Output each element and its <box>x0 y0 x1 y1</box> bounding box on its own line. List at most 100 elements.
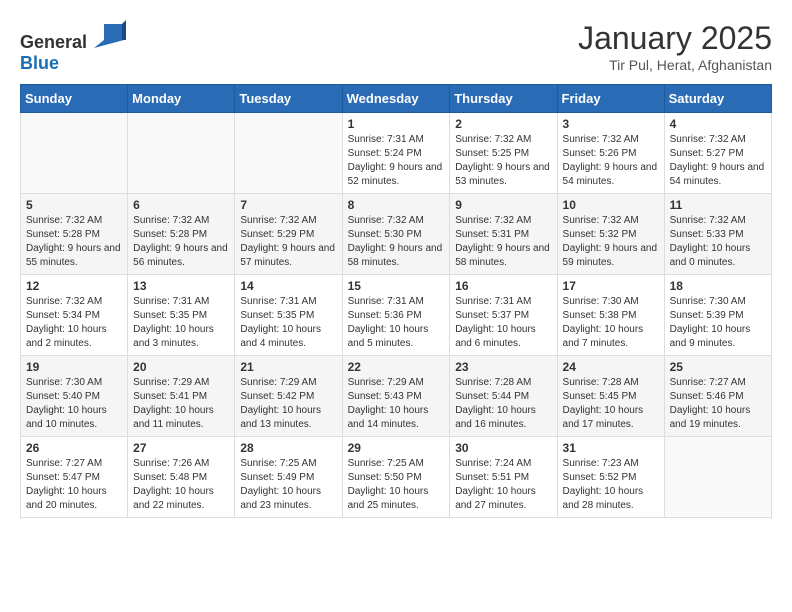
calendar-cell <box>664 437 771 518</box>
day-info: Sunrise: 7:29 AMSunset: 5:41 PMDaylight:… <box>133 376 229 432</box>
day-number: 17 <box>563 279 659 293</box>
day-number: 30 <box>455 441 551 455</box>
day-info: Sunrise: 7:27 AMSunset: 5:47 PMDaylight:… <box>26 457 122 513</box>
calendar-cell: 18 Sunrise: 7:30 AMSunset: 5:39 PMDayligh… <box>664 275 771 356</box>
day-info: Sunrise: 7:31 AMSunset: 5:37 PMDaylight:… <box>455 295 551 351</box>
day-info: Sunrise: 7:32 AMSunset: 5:34 PMDaylight:… <box>26 295 122 351</box>
day-number: 16 <box>455 279 551 293</box>
calendar-cell: 27 Sunrise: 7:26 AMSunset: 5:48 PMDayligh… <box>128 437 235 518</box>
calendar-cell: 26 Sunrise: 7:27 AMSunset: 5:47 PMDayligh… <box>21 437 128 518</box>
day-number: 26 <box>26 441 122 455</box>
day-number: 24 <box>563 360 659 374</box>
day-number: 22 <box>348 360 445 374</box>
day-number: 18 <box>670 279 766 293</box>
day-info: Sunrise: 7:32 AMSunset: 5:31 PMDaylight:… <box>455 214 551 270</box>
calendar-cell: 9 Sunrise: 7:32 AMSunset: 5:31 PMDaylight… <box>450 194 557 275</box>
day-number: 25 <box>670 360 766 374</box>
day-number: 13 <box>133 279 229 293</box>
calendar-cell: 25 Sunrise: 7:27 AMSunset: 5:46 PMDayligh… <box>664 356 771 437</box>
calendar-cell: 22 Sunrise: 7:29 AMSunset: 5:43 PMDayligh… <box>342 356 450 437</box>
day-info: Sunrise: 7:30 AMSunset: 5:39 PMDaylight:… <box>670 295 766 351</box>
day-number: 31 <box>563 441 659 455</box>
weekday-header-friday: Friday <box>557 85 664 113</box>
title-section: January 2025 Tir Pul, Herat, Afghanistan <box>578 20 772 73</box>
calendar-cell <box>235 113 342 194</box>
day-info: Sunrise: 7:27 AMSunset: 5:46 PMDaylight:… <box>670 376 766 432</box>
calendar-cell: 1Sunrise: 7:31 AMSunset: 5:24 PMDaylight… <box>342 113 450 194</box>
calendar-cell: 4Sunrise: 7:32 AMSunset: 5:27 PMDaylight… <box>664 113 771 194</box>
calendar-cell: 11Sunrise: 7:32 AMSunset: 5:33 PMDayligh… <box>664 194 771 275</box>
calendar-subtitle: Tir Pul, Herat, Afghanistan <box>578 57 772 73</box>
day-info: Sunrise: 7:23 AMSunset: 5:52 PMDaylight:… <box>563 457 659 513</box>
day-info: Sunrise: 7:29 AMSunset: 5:43 PMDaylight:… <box>348 376 445 432</box>
day-number: 4 <box>670 117 766 131</box>
weekday-header-wednesday: Wednesday <box>342 85 450 113</box>
day-number: 23 <box>455 360 551 374</box>
day-info: Sunrise: 7:26 AMSunset: 5:48 PMDaylight:… <box>133 457 229 513</box>
day-info: Sunrise: 7:31 AMSunset: 5:35 PMDaylight:… <box>240 295 336 351</box>
day-info: Sunrise: 7:25 AMSunset: 5:50 PMDaylight:… <box>348 457 445 513</box>
logo-icon <box>94 20 126 48</box>
logo-general: General <box>20 32 87 52</box>
calendar-cell: 2 Sunrise: 7:32 AMSunset: 5:25 PMDaylight… <box>450 113 557 194</box>
weekday-header-tuesday: Tuesday <box>235 85 342 113</box>
logo-blue: Blue <box>20 53 59 73</box>
day-number: 10 <box>563 198 659 212</box>
weekday-header-monday: Monday <box>128 85 235 113</box>
calendar-cell: 16 Sunrise: 7:31 AMSunset: 5:37 PMDayligh… <box>450 275 557 356</box>
day-number: 8 <box>348 198 445 212</box>
calendar-cell: 21 Sunrise: 7:29 AMSunset: 5:42 PMDayligh… <box>235 356 342 437</box>
day-info: Sunrise: 7:30 AMSunset: 5:40 PMDaylight:… <box>26 376 122 432</box>
weekday-header-sunday: Sunday <box>21 85 128 113</box>
logo: General Blue <box>20 20 126 74</box>
calendar-cell: 3Sunrise: 7:32 AMSunset: 5:26 PMDaylight… <box>557 113 664 194</box>
weekday-header-saturday: Saturday <box>664 85 771 113</box>
day-info: Sunrise: 7:32 AMSunset: 5:26 PMDaylight:… <box>563 133 659 189</box>
day-info: Sunrise: 7:24 AMSunset: 5:51 PMDaylight:… <box>455 457 551 513</box>
calendar-cell: 13 Sunrise: 7:31 AMSunset: 5:35 PMDayligh… <box>128 275 235 356</box>
calendar-cell: 7 Sunrise: 7:32 AMSunset: 5:29 PMDaylight… <box>235 194 342 275</box>
calendar-cell <box>128 113 235 194</box>
day-info: Sunrise: 7:32 AMSunset: 5:28 PMDaylight:… <box>26 214 122 270</box>
calendar-cell: 29Sunrise: 7:25 AMSunset: 5:50 PMDayligh… <box>342 437 450 518</box>
calendar-table: SundayMondayTuesdayWednesdayThursdayFrid… <box>20 84 772 518</box>
weekday-header-thursday: Thursday <box>450 85 557 113</box>
day-number: 20 <box>133 360 229 374</box>
calendar-cell: 12 Sunrise: 7:32 AMSunset: 5:34 PMDayligh… <box>21 275 128 356</box>
weekday-header-row: SundayMondayTuesdayWednesdayThursdayFrid… <box>21 85 772 113</box>
day-number: 11 <box>670 198 766 212</box>
calendar-cell <box>21 113 128 194</box>
day-number: 5 <box>26 198 122 212</box>
day-number: 15 <box>348 279 445 293</box>
calendar-week-5: 26 Sunrise: 7:27 AMSunset: 5:47 PMDayligh… <box>21 437 772 518</box>
day-number: 21 <box>240 360 336 374</box>
day-number: 27 <box>133 441 229 455</box>
calendar-week-3: 12 Sunrise: 7:32 AMSunset: 5:34 PMDayligh… <box>21 275 772 356</box>
day-info: Sunrise: 7:31 AMSunset: 5:24 PMDaylight:… <box>348 133 445 189</box>
calendar-title: January 2025 <box>578 20 772 57</box>
day-number: 12 <box>26 279 122 293</box>
day-number: 28 <box>240 441 336 455</box>
calendar-week-1: 1Sunrise: 7:31 AMSunset: 5:24 PMDaylight… <box>21 113 772 194</box>
day-info: Sunrise: 7:32 AMSunset: 5:25 PMDaylight:… <box>455 133 551 189</box>
calendar-cell: 10Sunrise: 7:32 AMSunset: 5:32 PMDayligh… <box>557 194 664 275</box>
day-number: 6 <box>133 198 229 212</box>
calendar-week-2: 5 Sunrise: 7:32 AMSunset: 5:28 PMDaylight… <box>21 194 772 275</box>
day-info: Sunrise: 7:32 AMSunset: 5:28 PMDaylight:… <box>133 214 229 270</box>
day-info: Sunrise: 7:31 AMSunset: 5:36 PMDaylight:… <box>348 295 445 351</box>
calendar-cell: 30 Sunrise: 7:24 AMSunset: 5:51 PMDayligh… <box>450 437 557 518</box>
calendar-cell: 24 Sunrise: 7:28 AMSunset: 5:45 PMDayligh… <box>557 356 664 437</box>
calendar-cell: 15 Sunrise: 7:31 AMSunset: 5:36 PMDayligh… <box>342 275 450 356</box>
day-info: Sunrise: 7:32 AMSunset: 5:29 PMDaylight:… <box>240 214 336 270</box>
day-number: 9 <box>455 198 551 212</box>
day-info: Sunrise: 7:29 AMSunset: 5:42 PMDaylight:… <box>240 376 336 432</box>
day-number: 7 <box>240 198 336 212</box>
day-info: Sunrise: 7:28 AMSunset: 5:45 PMDaylight:… <box>563 376 659 432</box>
calendar-cell: 14Sunrise: 7:31 AMSunset: 5:35 PMDayligh… <box>235 275 342 356</box>
day-number: 2 <box>455 117 551 131</box>
calendar-cell: 23Sunrise: 7:28 AMSunset: 5:44 PMDayligh… <box>450 356 557 437</box>
day-info: Sunrise: 7:31 AMSunset: 5:35 PMDaylight:… <box>133 295 229 351</box>
calendar-cell: 8Sunrise: 7:32 AMSunset: 5:30 PMDaylight… <box>342 194 450 275</box>
calendar-cell: 31 Sunrise: 7:23 AMSunset: 5:52 PMDayligh… <box>557 437 664 518</box>
calendar-cell: 20 Sunrise: 7:29 AMSunset: 5:41 PMDayligh… <box>128 356 235 437</box>
